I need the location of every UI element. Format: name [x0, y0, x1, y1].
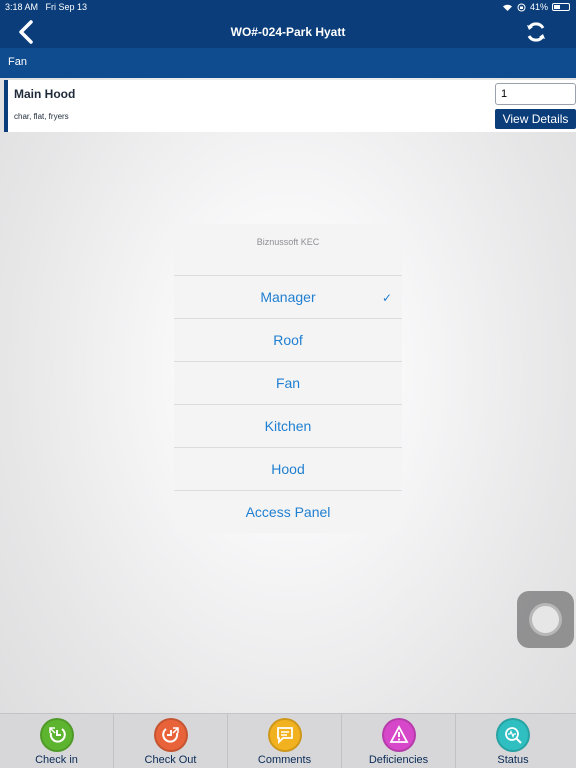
tab-label: Check in — [35, 754, 78, 766]
tab-label: Status — [497, 754, 529, 766]
deficiencies-icon — [382, 718, 416, 752]
status-right: 41% — [502, 2, 570, 12]
item-name: Main Hood — [14, 87, 76, 101]
option-manager[interactable]: Manager ✓ — [174, 276, 402, 319]
option-fan[interactable]: Fan — [174, 362, 402, 405]
assistive-touch-icon — [532, 606, 559, 633]
tab-deficiencies[interactable]: Deficiencies — [342, 714, 456, 768]
tab-status[interactable]: Status — [456, 714, 570, 768]
section-header: Fan — [0, 48, 576, 78]
tab-label: Comments — [257, 754, 312, 766]
option-roof[interactable]: Roof — [174, 319, 402, 362]
list-item[interactable]: Main Hood char, flat, fryers View Detail… — [4, 80, 576, 132]
view-details-button[interactable]: View Details — [495, 109, 576, 129]
battery-icon — [552, 3, 570, 11]
app-screen: 3:18 AM Fri Sep 13 41% WO#-024-Park Hyat… — [0, 0, 576, 768]
status-icon — [496, 718, 530, 752]
tab-bar: Check in Check Out Comments Deficiencies… — [0, 713, 576, 768]
tab-label: Check Out — [144, 754, 197, 766]
option-kitchen[interactable]: Kitchen — [174, 405, 402, 448]
battery-percent: 41% — [529, 2, 548, 12]
action-sheet-title: Biznussoft KEC — [174, 224, 402, 276]
assistive-touch-button[interactable] — [517, 591, 574, 648]
status-bar: 3:18 AM Fri Sep 13 41% — [0, 0, 576, 16]
status-time: 3:18 AM Fri Sep 13 — [5, 2, 88, 12]
sync-icon[interactable] — [524, 20, 548, 44]
section-title: Fan — [8, 56, 27, 68]
option-hood[interactable]: Hood — [174, 448, 402, 491]
check-in-icon — [40, 718, 74, 752]
tab-check-in[interactable]: Check in — [0, 714, 114, 768]
nav-bar: WO#-024-Park Hyatt — [0, 16, 576, 48]
checkmark-icon: ✓ — [381, 291, 392, 305]
wifi-icon — [502, 4, 512, 11]
check-out-icon — [154, 718, 188, 752]
item-subtitle: char, flat, fryers — [14, 112, 69, 121]
tab-label: Deficiencies — [368, 754, 429, 766]
quantity-input[interactable] — [495, 83, 576, 105]
page-title: WO#-024-Park Hyatt — [230, 25, 346, 39]
orientation-lock-icon — [517, 3, 526, 11]
tab-bar-endcap — [570, 714, 576, 768]
tab-comments[interactable]: Comments — [228, 714, 342, 768]
option-access-panel[interactable]: Access Panel — [174, 491, 402, 533]
action-sheet: Biznussoft KEC Manager ✓ Roof Fan Kitche… — [174, 224, 402, 533]
tab-check-out[interactable]: Check Out — [114, 714, 228, 768]
comments-icon — [268, 718, 302, 752]
